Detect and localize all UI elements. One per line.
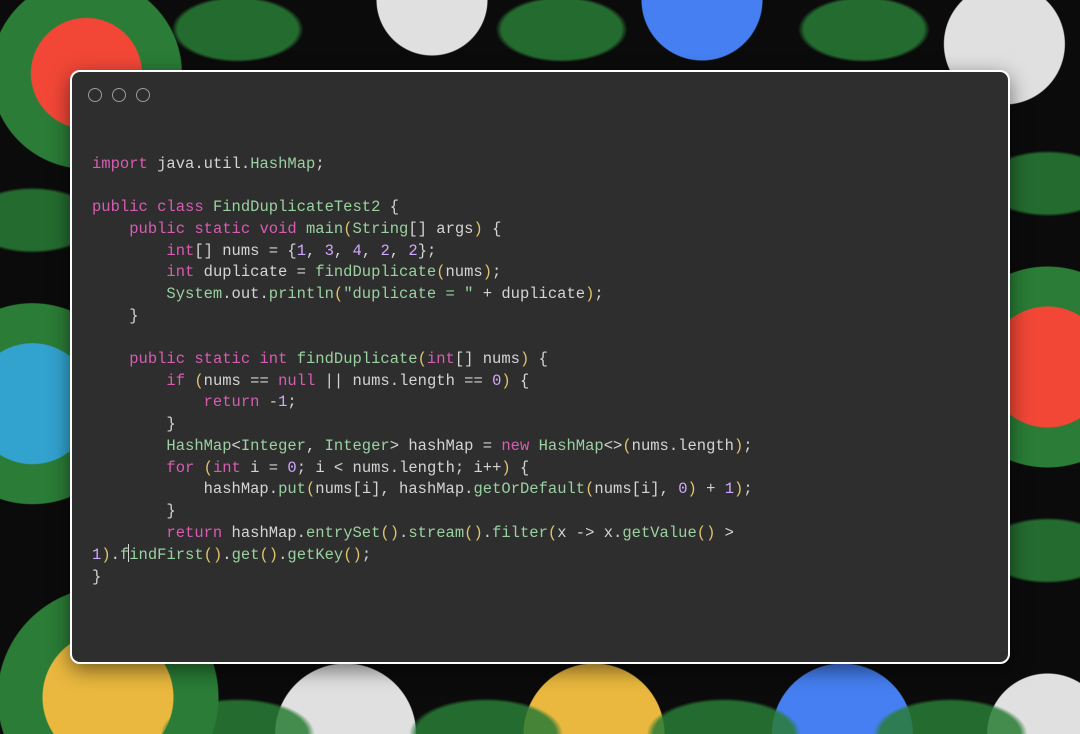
minimize-icon[interactable] bbox=[112, 88, 126, 102]
code-block[interactable]: import java.util.HashMap; public class F… bbox=[92, 154, 988, 589]
close-icon[interactable] bbox=[88, 88, 102, 102]
window-titlebar[interactable] bbox=[72, 72, 1008, 118]
keyword-public: public bbox=[92, 198, 148, 216]
pkg-java: java bbox=[157, 155, 194, 173]
keyword-import: import bbox=[92, 155, 148, 173]
zoom-icon[interactable] bbox=[136, 88, 150, 102]
class-name: FindDuplicateTest2 bbox=[213, 198, 380, 216]
code-editor-window: import java.util.HashMap; public class F… bbox=[70, 70, 1010, 664]
code-editor-content[interactable]: import java.util.HashMap; public class F… bbox=[92, 132, 988, 642]
method-findDuplicate: findDuplicate bbox=[297, 350, 418, 368]
method-main: main bbox=[306, 220, 343, 238]
